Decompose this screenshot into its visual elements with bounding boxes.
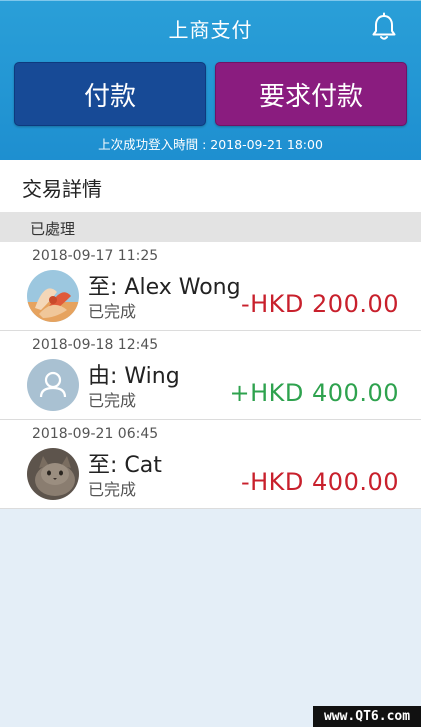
transaction-amount: -HKD 400.00 [240, 468, 399, 496]
cat-photo-icon [27, 448, 79, 500]
last-login-text: 上次成功登入時間 : 2018-09-21 18:00 [98, 137, 323, 152]
transaction-party: 至: Alex Wong [88, 275, 241, 300]
flower-photo-icon [27, 270, 79, 322]
request-payment-button[interactable]: 要求付款 [215, 62, 407, 126]
transaction-amount: +HKD 400.00 [229, 379, 399, 407]
transaction-amount: -HKD 200.00 [240, 290, 399, 318]
page-title: 上商支付 [168, 18, 253, 42]
transaction-row[interactable]: 2018-09-17 11:25 至: Alex Wong 已完成 -HKD 2… [0, 242, 421, 331]
group-label: 已處理 [30, 220, 76, 238]
user-placeholder-icon [27, 359, 79, 411]
pay-button[interactable]: 付款 [14, 62, 206, 126]
transaction-row[interactable]: 2018-09-21 06:45 至: Cat 已完成 -HKD 400.00 [0, 420, 421, 509]
bell-icon[interactable] [370, 12, 398, 42]
status-divider [0, 0, 421, 1]
transaction-status: 已完成 [88, 391, 137, 410]
transaction-status: 已完成 [88, 302, 137, 321]
transaction-datetime: 2018-09-21 06:45 [32, 426, 159, 442]
transaction-datetime: 2018-09-18 12:45 [32, 337, 159, 353]
transaction-party: 至: Cat [88, 453, 162, 478]
transaction-datetime: 2018-09-17 11:25 [32, 248, 159, 264]
transaction-row[interactable]: 2018-09-18 12:45 由: Wing 已完成 +HKD 400.00 [0, 331, 421, 420]
transaction-status: 已完成 [88, 480, 137, 499]
section-title: 交易詳情 [22, 177, 102, 201]
app-header: 上商支付 付款 要求付款 上次成功登入時間 : 2018-09-21 18:00 [0, 0, 421, 160]
site-watermark: www.QT6.com [313, 706, 421, 727]
transaction-party: 由: Wing [88, 364, 180, 389]
